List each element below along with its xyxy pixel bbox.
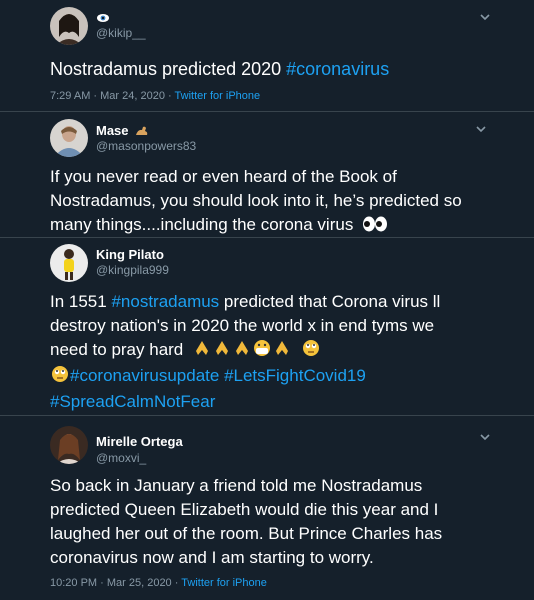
hashtag-link[interactable]: #LetsFightCovid19 bbox=[224, 366, 366, 385]
folded-hands-emoji-icon bbox=[272, 339, 292, 364]
timestamp[interactable]: 10:20 PM · Mar 25, 2020 · bbox=[50, 577, 181, 589]
source-link[interactable]: Twitter for iPhone bbox=[181, 577, 267, 589]
user-handle[interactable]: @masonpowers83 bbox=[96, 139, 196, 153]
tweet-line: destroy nation's in 2020 the world x in … bbox=[50, 316, 435, 335]
tweet-line: #coronavirusupdate #LetsFightCovid19 bbox=[50, 364, 440, 390]
source-link[interactable]: Twitter for iPhone bbox=[175, 90, 261, 102]
tweet-line: In 1551 #nostradamus predicted that Coro… bbox=[50, 290, 440, 314]
hashtag-link[interactable]: #nostradamus bbox=[111, 292, 219, 311]
tweet-line: #SpreadCalmNotFear bbox=[50, 390, 440, 414]
tweet-text: If you never read or even heard of the B… bbox=[50, 165, 462, 239]
tweet-4: Mirelle Ortega @moxvi_ So back in Januar… bbox=[0, 416, 534, 600]
tweet-text: So back in January a friend told me Nost… bbox=[50, 474, 442, 570]
tweet-line: many things....including the corona viru… bbox=[50, 213, 462, 239]
tweet-2: Mase @masonpowers83 If you never read or… bbox=[0, 112, 534, 238]
display-name-text[interactable]: Mase bbox=[96, 123, 129, 138]
user-handle[interactable]: @kikip__ bbox=[96, 26, 146, 40]
tweet-line: predicted Queen Elizabeth would die this… bbox=[50, 500, 439, 519]
hashtag-link[interactable]: #SpreadCalmNotFear bbox=[50, 392, 215, 411]
face-with-mask-emoji-icon bbox=[252, 339, 272, 364]
display-name[interactable]: King Pilato bbox=[96, 247, 164, 262]
avatar[interactable] bbox=[50, 7, 88, 45]
display-name[interactable]: Mase bbox=[96, 123, 149, 140]
chevron-down-icon[interactable] bbox=[478, 12, 492, 22]
avatar[interactable] bbox=[50, 119, 88, 157]
eyes-emoji-icon bbox=[362, 215, 388, 239]
tweet-timestamp: 10:20 PM · Mar 25, 2020 · Twitter for iP… bbox=[50, 577, 267, 589]
rolling-eyes-emoji-icon bbox=[301, 339, 321, 364]
tweet-line: If you never read or even heard of the B… bbox=[50, 167, 397, 186]
user-handle[interactable]: @kingpila999 bbox=[96, 263, 169, 277]
tweet-line: coronavirus now and I am starting to wor… bbox=[50, 548, 374, 567]
tweet-line: So back in January a friend told me Nost… bbox=[50, 476, 423, 495]
tweet-timestamp: 7:29 AM · Mar 24, 2020 · Twitter for iPh… bbox=[50, 90, 260, 102]
tweet-line: need to pray hard bbox=[50, 338, 440, 364]
folded-hands-emoji-icon bbox=[212, 339, 232, 364]
hashtag-link[interactable]: #coronavirusupdate bbox=[70, 366, 219, 385]
folded-hands-emoji-icon bbox=[192, 339, 212, 364]
chevron-down-icon[interactable] bbox=[478, 432, 492, 442]
tweet-line: Nostradamus, you should look into it, he… bbox=[50, 191, 462, 210]
tweet-line-text: need to pray hard bbox=[50, 340, 184, 359]
hashtag-link[interactable]: #coronavirus bbox=[286, 59, 389, 79]
timestamp[interactable]: 7:29 AM · Mar 24, 2020 · bbox=[50, 90, 175, 102]
tweet-line-text: many things....including the corona viru… bbox=[50, 215, 354, 234]
tweet-line-text: predicted that Corona virus ll bbox=[219, 292, 441, 311]
rolling-eyes-emoji-icon bbox=[50, 365, 70, 390]
tweet-1: @kikip__ Nostradamus predicted 2020 #cor… bbox=[0, 0, 534, 112]
tweet-text: In 1551 #nostradamus predicted that Coro… bbox=[50, 290, 440, 414]
tweet-text-content: Nostradamus predicted 2020 bbox=[50, 59, 287, 79]
tweet-line-text: In 1551 bbox=[50, 292, 112, 311]
tweet-3: King Pilato @kingpila999 In 1551 #nostra… bbox=[0, 238, 534, 416]
flexed-arm-emoji-icon bbox=[135, 125, 149, 140]
chevron-down-icon[interactable] bbox=[474, 124, 488, 134]
user-handle[interactable]: @moxvi_ bbox=[96, 451, 146, 465]
tweet-text: Nostradamus predicted 2020 #coronavirus bbox=[50, 57, 389, 81]
avatar[interactable] bbox=[50, 244, 88, 282]
avatar[interactable] bbox=[50, 426, 88, 464]
display-name[interactable]: Mirelle Ortega bbox=[96, 434, 183, 449]
tweet-line: laughed her out of the room. But Prince … bbox=[50, 524, 443, 543]
folded-hands-emoji-icon bbox=[232, 339, 252, 364]
